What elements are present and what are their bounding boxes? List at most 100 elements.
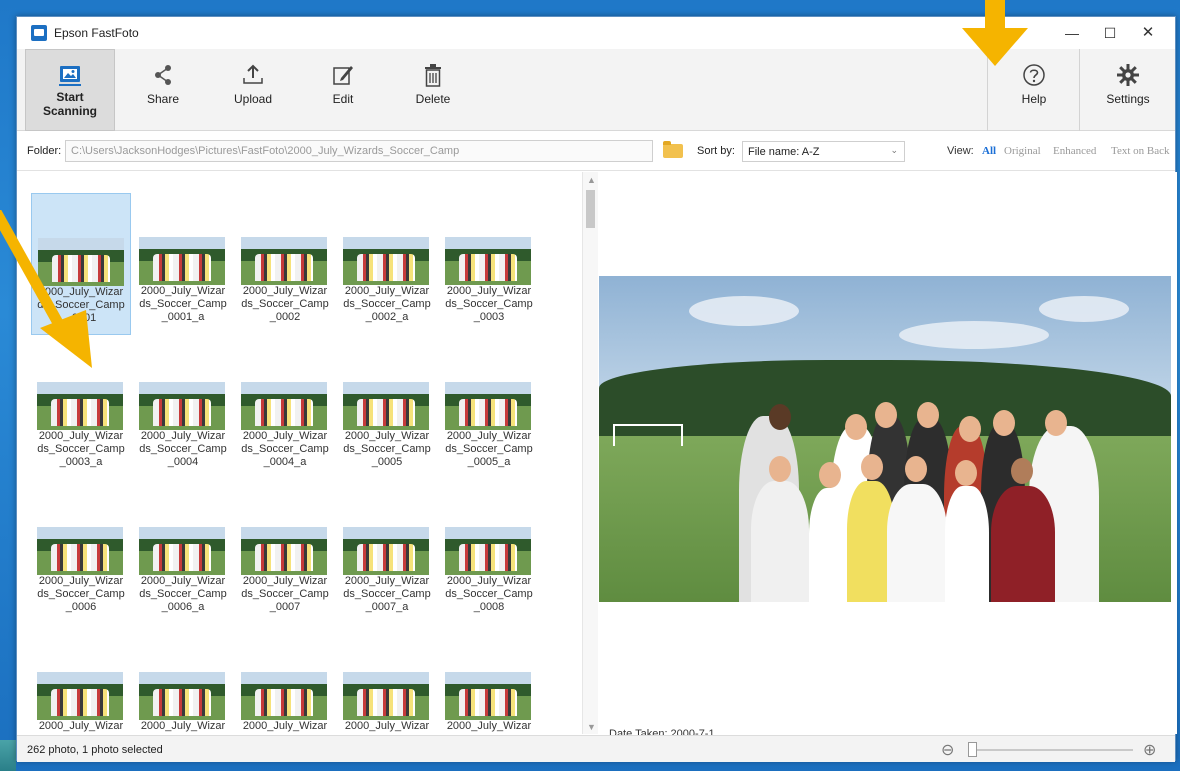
photo-thumbnail[interactable]: 2000_July_Wizar ds_Soccer_Camp _0005_a bbox=[439, 338, 539, 480]
folder-label: Folder: bbox=[27, 145, 62, 157]
annotation-arrow-diagonal bbox=[0, 210, 92, 368]
folder-path-field[interactable]: C:\Users\JacksonHodges\Pictures\FastFoto… bbox=[65, 140, 653, 162]
delete-label: Delete bbox=[415, 92, 451, 106]
photo-thumbnail[interactable]: 2000_July_Wizar ds_Soccer_Camp bbox=[31, 628, 131, 734]
photo-thumbnail[interactable]: 2000_July_Wizar ds_Soccer_Camp bbox=[133, 628, 233, 734]
edit-icon bbox=[329, 63, 357, 87]
thumbnail-image bbox=[241, 672, 327, 720]
minimize-button[interactable]: — bbox=[1053, 17, 1091, 49]
zoom-in-icon[interactable]: ⊕ bbox=[1143, 740, 1156, 760]
thumbnail-filename: 2000_July_Wizar ds_Soccer_Camp bbox=[241, 720, 328, 734]
scrollbar-thumb[interactable] bbox=[586, 190, 595, 228]
photo-thumbnail[interactable]: 2000_July_Wizar ds_Soccer_Camp _0007 bbox=[235, 483, 335, 625]
thumbnail-image bbox=[445, 382, 531, 430]
status-bar: 262 photo, 1 photo selected ⊖ ⊕ bbox=[17, 735, 1175, 762]
photo-thumbnail[interactable]: 2000_July_Wizar ds_Soccer_Camp _0003 bbox=[439, 193, 539, 335]
delete-button[interactable]: Delete bbox=[397, 49, 469, 131]
photo-thumbnail[interactable]: 2000_July_Wizar ds_Soccer_Camp _0006 bbox=[31, 483, 131, 625]
thumbnail-image bbox=[37, 382, 123, 430]
thumbnail-filename: 2000_July_Wizar ds_Soccer_Camp _0006 bbox=[37, 575, 125, 613]
thumbnail-image bbox=[139, 237, 225, 285]
sort-value: File name: A-Z bbox=[748, 146, 820, 158]
browse-folder-icon[interactable] bbox=[663, 141, 683, 158]
thumbnail-filename: 2000_July_Wizar ds_Soccer_Camp _0005_a bbox=[445, 430, 533, 468]
edit-button[interactable]: Edit bbox=[307, 49, 379, 131]
thumbnail-image bbox=[343, 672, 429, 720]
thumbnail-filename: 2000_July_Wizar ds_Soccer_Camp _0006_a bbox=[139, 575, 227, 613]
view-option-text-on-back[interactable]: Text on Back bbox=[1111, 145, 1170, 157]
selection-status: 262 photo, 1 photo selected bbox=[27, 744, 163, 756]
gear-icon bbox=[1114, 63, 1142, 87]
photo-thumbnail[interactable]: 2000_July_Wizar ds_Soccer_Camp _0004_a bbox=[235, 338, 335, 480]
thumbnail-filename: 2000_July_Wizar ds_Soccer_Camp _0003 bbox=[445, 285, 533, 323]
photo-thumbnail[interactable]: 2000_July_Wizar ds_Soccer_Camp _0001_a bbox=[133, 193, 233, 335]
thumbnail-filename: 2000_July_Wizar ds_Soccer_Camp _0005 bbox=[343, 430, 431, 468]
thumbnail-filename: 2000_July_Wizar ds_Soccer_Camp _0002_a bbox=[343, 285, 431, 323]
trash-icon bbox=[419, 63, 447, 87]
thumbnail-filename: 2000_July_Wizar ds_Soccer_Camp _0004_a bbox=[241, 430, 329, 468]
view-option-enhanced[interactable]: Enhanced bbox=[1053, 145, 1096, 157]
photo-thumbnail[interactable]: 2000_July_Wizar ds_Soccer_Camp _0006_a bbox=[133, 483, 233, 625]
photo-thumbnail[interactable]: 2000_July_Wizar ds_Soccer_Camp _0002 bbox=[235, 193, 335, 335]
thumbnail-image bbox=[241, 527, 327, 575]
zoom-slider[interactable] bbox=[971, 749, 1133, 751]
thumbnail-image bbox=[241, 237, 327, 285]
sort-label: Sort by: bbox=[697, 145, 735, 157]
settings-label: Settings bbox=[1106, 92, 1150, 106]
thumbnail-image bbox=[343, 237, 429, 285]
epson-app-icon bbox=[31, 25, 47, 41]
thumbnail-image bbox=[139, 527, 225, 575]
photo-preview bbox=[599, 276, 1171, 602]
scan-photo-icon bbox=[56, 64, 84, 88]
upload-label: Upload bbox=[233, 92, 273, 106]
view-option-original[interactable]: Original bbox=[1004, 145, 1041, 157]
thumbnail-scrollbar[interactable]: ▲ ▼ bbox=[582, 172, 598, 734]
photo-thumbnail[interactable]: 2000_July_Wizar ds_Soccer_Camp _0007_a bbox=[337, 483, 437, 625]
zoom-slider-handle[interactable] bbox=[968, 742, 977, 757]
view-label: View: bbox=[947, 145, 974, 157]
thumbnail-image bbox=[37, 672, 123, 720]
share-label: Share bbox=[146, 92, 180, 106]
scroll-up-icon[interactable]: ▲ bbox=[587, 175, 596, 185]
photo-thumbnail[interactable]: 2000_July_Wizar ds_Soccer_Camp _0005 bbox=[337, 338, 437, 480]
thumbnail-filename: 2000_July_Wizar ds_Soccer_Camp _0004 bbox=[139, 430, 227, 468]
thumbnail-image bbox=[445, 672, 531, 720]
thumbnail-image bbox=[445, 237, 531, 285]
photo-thumbnail[interactable]: 2000_July_Wizar ds_Soccer_Camp bbox=[439, 628, 539, 734]
help-label: Help bbox=[1021, 92, 1047, 106]
photo-thumbnail[interactable]: 2000_July_Wizar ds_Soccer_Camp bbox=[337, 628, 437, 734]
photo-thumbnail[interactable]: 2000_July_Wizar ds_Soccer_Camp _0004 bbox=[133, 338, 233, 480]
view-option-all[interactable]: All bbox=[982, 145, 996, 157]
start-scanning-label: Start Scanning bbox=[42, 90, 97, 118]
thumbnail-filename: 2000_July_Wizar ds_Soccer_Camp _0001_a bbox=[139, 285, 227, 323]
thumbnail-image bbox=[241, 382, 327, 430]
thumbnail-image bbox=[139, 672, 225, 720]
scroll-down-icon[interactable]: ▼ bbox=[587, 722, 596, 732]
zoom-out-icon[interactable]: ⊖ bbox=[941, 740, 954, 760]
chevron-down-icon: ⌄ bbox=[890, 145, 898, 155]
sort-dropdown[interactable]: File name: A-Z ⌄ bbox=[742, 141, 905, 162]
upload-button[interactable]: Upload bbox=[217, 49, 289, 131]
thumbnail-image bbox=[37, 527, 123, 575]
thumbnail-filename: 2000_July_Wizar ds_Soccer_Camp _0007_a bbox=[343, 575, 431, 613]
maximize-button[interactable]: ☐ bbox=[1091, 17, 1129, 49]
thumbnail-filename: 2000_July_Wizar ds_Soccer_Camp bbox=[37, 720, 124, 734]
close-button[interactable]: ✕ bbox=[1129, 17, 1167, 49]
photo-thumbnail[interactable]: 2000_July_Wizar ds_Soccer_Camp _0002_a bbox=[337, 193, 437, 335]
thumbnail-image bbox=[343, 382, 429, 430]
window-title: Epson FastFoto bbox=[54, 26, 139, 40]
thumbnail-image bbox=[343, 527, 429, 575]
start-scanning-button[interactable]: Start Scanning bbox=[25, 49, 115, 131]
desktop-background bbox=[0, 740, 16, 771]
thumbnail-filename: 2000_July_Wizar ds_Soccer_Camp _0003_a bbox=[37, 430, 125, 468]
share-icon bbox=[149, 63, 177, 87]
photo-thumbnail[interactable]: 2000_July_Wizar ds_Soccer_Camp _0008 bbox=[439, 483, 539, 625]
settings-button[interactable]: Settings bbox=[1085, 49, 1171, 131]
share-button[interactable]: Share bbox=[127, 49, 199, 131]
thumbnail-image bbox=[445, 527, 531, 575]
thumbnail-filename: 2000_July_Wizar ds_Soccer_Camp bbox=[445, 720, 532, 734]
app-window: Epson FastFoto — ☐ ✕ Start Scanning Shar… bbox=[16, 16, 1177, 762]
thumbnail-filename: 2000_July_Wizar ds_Soccer_Camp _0008 bbox=[445, 575, 533, 613]
thumbnail-grid: 2000_July_Wizar ds_Soccer_Camp _00012000… bbox=[17, 172, 582, 734]
photo-thumbnail[interactable]: 2000_July_Wizar ds_Soccer_Camp bbox=[235, 628, 335, 734]
